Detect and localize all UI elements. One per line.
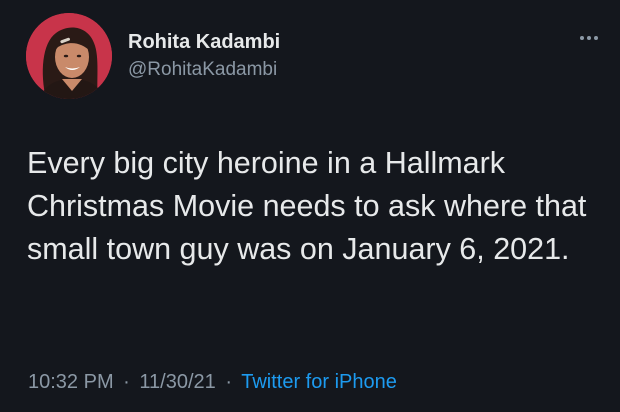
more-horizontal-icon[interactable] [574, 28, 604, 48]
display-name[interactable]: Rohita Kadambi [128, 30, 280, 54]
more-dot [580, 36, 584, 40]
meta-separator: · [123, 371, 130, 393]
tweet-time[interactable]: 10:32 PM [28, 371, 114, 393]
more-dot [587, 36, 591, 40]
avatar[interactable] [26, 13, 112, 99]
user-handle[interactable]: @RohitaKadambi [128, 58, 280, 82]
avatar-photo [26, 13, 112, 99]
tweet-date[interactable]: 11/30/21 [139, 371, 215, 393]
author-info: Rohita Kadambi @RohitaKadambi [128, 30, 280, 82]
more-dot [594, 36, 598, 40]
meta-separator: · [225, 371, 233, 393]
tweet-card: Rohita Kadambi @RohitaKadambi Every big … [0, 0, 620, 412]
tweet-source-link[interactable]: Twitter for iPhone [241, 371, 397, 393]
tweet-text: Every big city heroine in a Hallmark Chr… [27, 146, 587, 266]
tweet-metadata: 10:32 PM · 11/30/21 · Twitter for iPhone [28, 368, 397, 396]
